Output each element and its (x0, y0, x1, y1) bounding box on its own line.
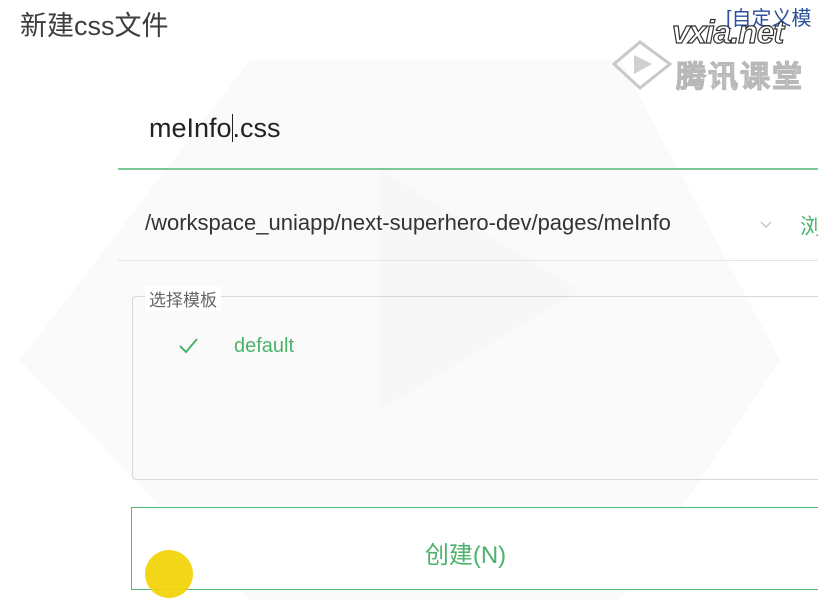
create-button[interactable]: 创建(N) (131, 507, 818, 590)
location-path-select[interactable]: /workspace_uniapp/next-superhero-dev/pag… (118, 192, 818, 261)
location-path-value: /workspace_uniapp/next-superhero-dev/pag… (145, 210, 671, 235)
browse-button[interactable]: 浏 (800, 209, 818, 241)
template-item-label: default (234, 335, 295, 357)
template-legend: 选择模板 (145, 286, 221, 311)
filename-value: meInfo.css (149, 113, 281, 144)
template-group: 选择模板 default (132, 286, 818, 480)
dialog-title: 新建css文件 (20, 11, 169, 41)
template-item-default[interactable]: default (177, 333, 477, 363)
filename-after-caret: .css (232, 113, 281, 143)
check-icon (179, 338, 198, 354)
filename-input[interactable]: meInfo.css (118, 96, 818, 170)
create-button-label: 创建(N) (424, 542, 507, 569)
cursor-highlight (145, 550, 193, 598)
chevron-down-icon[interactable] (760, 218, 772, 230)
watermark-site: vxia.net (671, 13, 784, 50)
filename-before-caret: meInfo (149, 113, 232, 143)
watermark-brand: 腾讯课堂 (676, 61, 804, 95)
